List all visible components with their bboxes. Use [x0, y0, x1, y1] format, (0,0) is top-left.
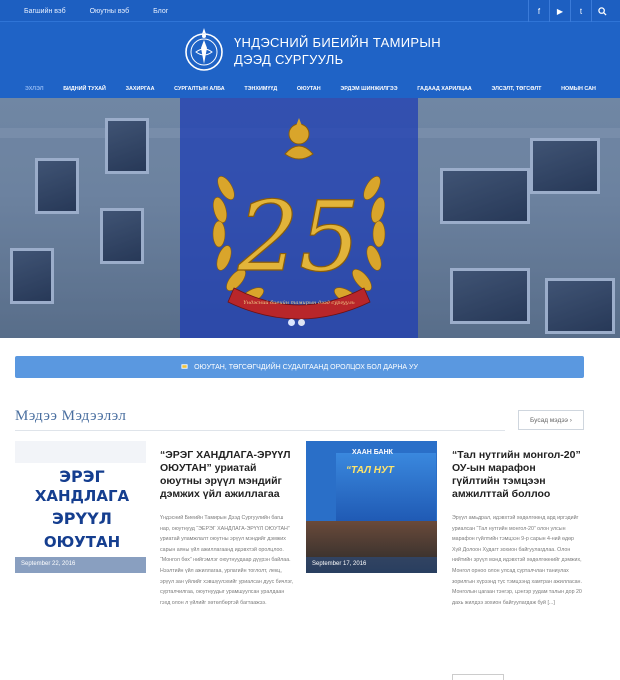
survey-banner[interactable]: ОЮУТАН, ТӨГСӨГЧДИЙН СУДАЛГААНД ОРОЛЦОХ Б… — [15, 356, 584, 378]
nav-item-departments[interactable]: ТЭНХИМҮҮД — [244, 86, 277, 92]
survey-banner-text: ОЮУТАН, ТӨГСӨГЧДИЙН СУДАЛГААНД ОРОЛЦОХ Б… — [194, 363, 418, 371]
hero-slider[interactable]: 25 Үндэсний биеийн тамирын дээд сургууль — [0, 98, 620, 338]
social-links: f ▶ t — [528, 0, 612, 22]
university-logo[interactable] — [182, 26, 226, 76]
nav-item-foreign-relations[interactable]: ГАДААД ХАРИЛЦАА — [417, 86, 471, 92]
ribbon-text: Үндэсний биеийн тамирын дээд сургууль — [243, 299, 354, 306]
news-section-title: Мэдээ Мэдээлэл — [15, 408, 127, 424]
marathon-banner — [336, 453, 436, 523]
teacher-web-link[interactable]: Багшийн вэб — [24, 8, 66, 15]
blog-link[interactable]: Блог — [153, 8, 168, 15]
nav-item-home[interactable]: ЭХЛЭЛ — [25, 86, 44, 92]
twitter-icon[interactable]: t — [570, 0, 591, 22]
search-icon[interactable] — [591, 0, 612, 22]
news-image-1[interactable]: ЭРЭГ ХАНДЛАГА ЭРҮҮЛ ОЮУТАН September 22,… — [15, 441, 146, 573]
site-title[interactable]: ҮНДЭСНИЙ БИЕИЙН ТАМИРЫН ДЭЭД СУРГУУЛЬ — [234, 34, 441, 68]
nav-item-research[interactable]: ЭРДЭМ ШИНЖИЛГЭЭ — [340, 86, 397, 92]
site-title-line2: ДЭЭД СУРГУУЛЬ — [234, 52, 344, 67]
news-image-line: ЭРЭГ — [59, 467, 105, 486]
main-nav: ЭХЛЭЛ БИДНИЙ ТУХАЙ ЗАХИРГАА СУРГАЛТЫН АЛ… — [0, 80, 620, 98]
student-web-link[interactable]: Оюутны вэб — [90, 8, 130, 15]
logo-strip — [15, 441, 146, 463]
news-date: September 22, 2016 — [15, 557, 146, 573]
read-more-button[interactable] — [452, 674, 504, 680]
nav-item-library[interactable]: НОМЫН САН — [561, 86, 596, 92]
more-news-button[interactable]: Бусад мэдээ › — [518, 410, 584, 430]
news-image-line: ХАНДЛАГА — [34, 487, 130, 505]
info-icon — [181, 363, 188, 372]
section-divider — [15, 430, 505, 431]
news-image-line: ЭРҮҮЛ — [52, 509, 112, 528]
nav-item-students[interactable]: ОЮУТАН — [297, 86, 321, 92]
anniversary-number: 25 — [237, 181, 360, 293]
top-utility-bar: Багшийн вэб Оюутны вэб Блог f ▶ t — [0, 0, 620, 22]
news-excerpt: Үндэсний Биеийн Тамирын Дээд Сургуулийн … — [160, 515, 293, 606]
nav-item-administration[interactable]: ЗАХИРГАА — [126, 86, 155, 92]
bank-logo-text: ХААН БАНК — [352, 449, 393, 456]
slider-dot[interactable] — [298, 319, 305, 326]
nav-item-admissions[interactable]: ЭЛСЭЛТ, ТӨГСӨЛТ — [491, 86, 541, 92]
news-image-2[interactable]: ХААН БАНК “ТАЛ НУТ September 17, 2016 — [306, 441, 437, 573]
news-excerpt: Эрүүл амьдрал, идэвхтэй хөдөлгөөнд ард и… — [452, 515, 582, 606]
slider-dot[interactable] — [288, 319, 295, 326]
site-header: ҮНДЭСНИЙ БИЕИЙН ТАМИРЫН ДЭЭД СУРГУУЛЬ — [0, 22, 620, 80]
news-date: September 17, 2016 — [306, 557, 437, 573]
facebook-icon[interactable]: f — [528, 0, 549, 22]
news-title[interactable]: “Тал нутгийн монгол-20” ОУ-ын марафон гү… — [452, 449, 586, 501]
marathon-tag: “ТАЛ НУТ — [346, 465, 394, 476]
slider-dots — [288, 319, 305, 326]
top-links: Багшийн вэб Оюутны вэб Блог — [24, 0, 168, 22]
nav-item-academic[interactable]: СУРГАЛТЫН АЛБА — [174, 86, 225, 92]
nav-item-about[interactable]: БИДНИЙ ТУХАЙ — [63, 86, 106, 92]
anniversary-panel: 25 Үндэсний биеийн тамирын дээд сургууль — [180, 98, 418, 338]
site-title-line1: ҮНДЭСНИЙ БИЕИЙН ТАМИРЫН — [234, 35, 441, 50]
youtube-icon[interactable]: ▶ — [549, 0, 570, 22]
news-image-line: ОЮУТАН — [43, 533, 121, 551]
news-title[interactable]: “ЭРЭГ ХАНДЛАГА-ЭРҮҮЛ ОЮУТАН” уриатай оюу… — [160, 449, 300, 501]
anniversary-emblem: 25 Үндэсний биеийн тамирын дээд сургууль — [212, 118, 386, 320]
